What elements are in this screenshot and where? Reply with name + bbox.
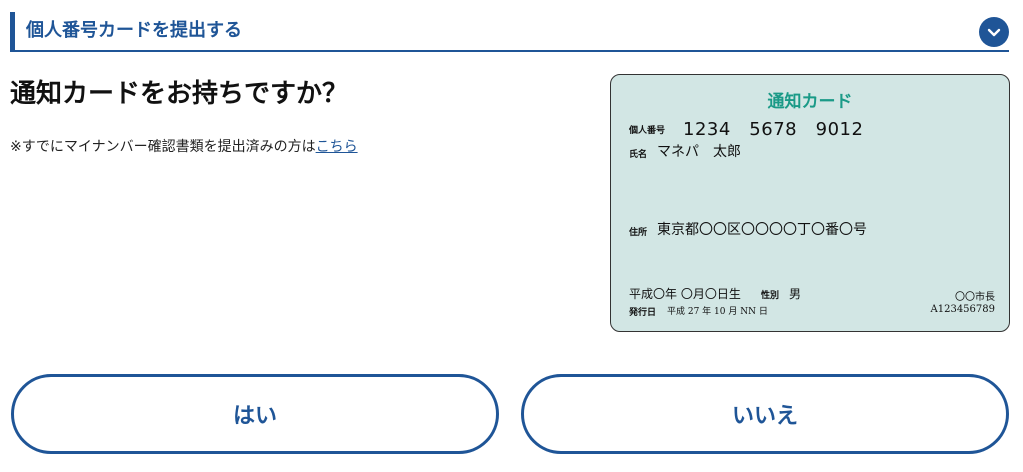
card-issue-date: 平成 27 年 10 月 NN 日 xyxy=(667,307,768,317)
no-button[interactable]: いいえ xyxy=(521,374,1009,454)
chevron-down-icon xyxy=(987,28,1001,37)
card-dob: 平成〇年 〇月〇日生 xyxy=(629,287,741,301)
note-text: ※すでにマイナンバー確認書類を提出済みの方はこちら xyxy=(10,136,358,158)
card-title: 通知カード xyxy=(767,92,853,112)
card-code: A123456789 xyxy=(930,304,995,315)
card-address-label: 住所 xyxy=(629,228,648,238)
card-number: 1234 5678 9012 xyxy=(683,119,864,140)
card-issue-label: 発行日 xyxy=(629,308,657,318)
card-sex-label: 性別 xyxy=(761,291,780,301)
card-name-label: 氏名 xyxy=(629,150,648,160)
notification-card-image: 通知カード 個人番号 1234 5678 9012 氏名 マネパ 太郎 住所 東… xyxy=(610,74,1010,332)
section-header: 個人番号カードを提出する xyxy=(10,12,1009,52)
card-sex: 男 xyxy=(789,287,802,301)
here-link[interactable]: こちら xyxy=(316,139,358,155)
collapse-toggle-button[interactable] xyxy=(979,17,1009,47)
section-title: 個人番号カードを提出する xyxy=(26,20,242,41)
card-name: マネパ 太郎 xyxy=(657,144,741,160)
note-message: ※すでにマイナンバー確認書類を提出済みの方は xyxy=(10,139,316,155)
section-accent-bar xyxy=(10,12,15,50)
question-heading: 通知カードをお持ちですか？ xyxy=(10,79,349,109)
yes-button[interactable]: はい xyxy=(11,374,499,454)
card-mayor: 〇〇市長 xyxy=(955,292,995,303)
card-address: 東京都〇〇区〇〇〇〇丁〇番〇号 xyxy=(657,222,867,238)
card-number-label: 個人番号 xyxy=(629,126,666,136)
